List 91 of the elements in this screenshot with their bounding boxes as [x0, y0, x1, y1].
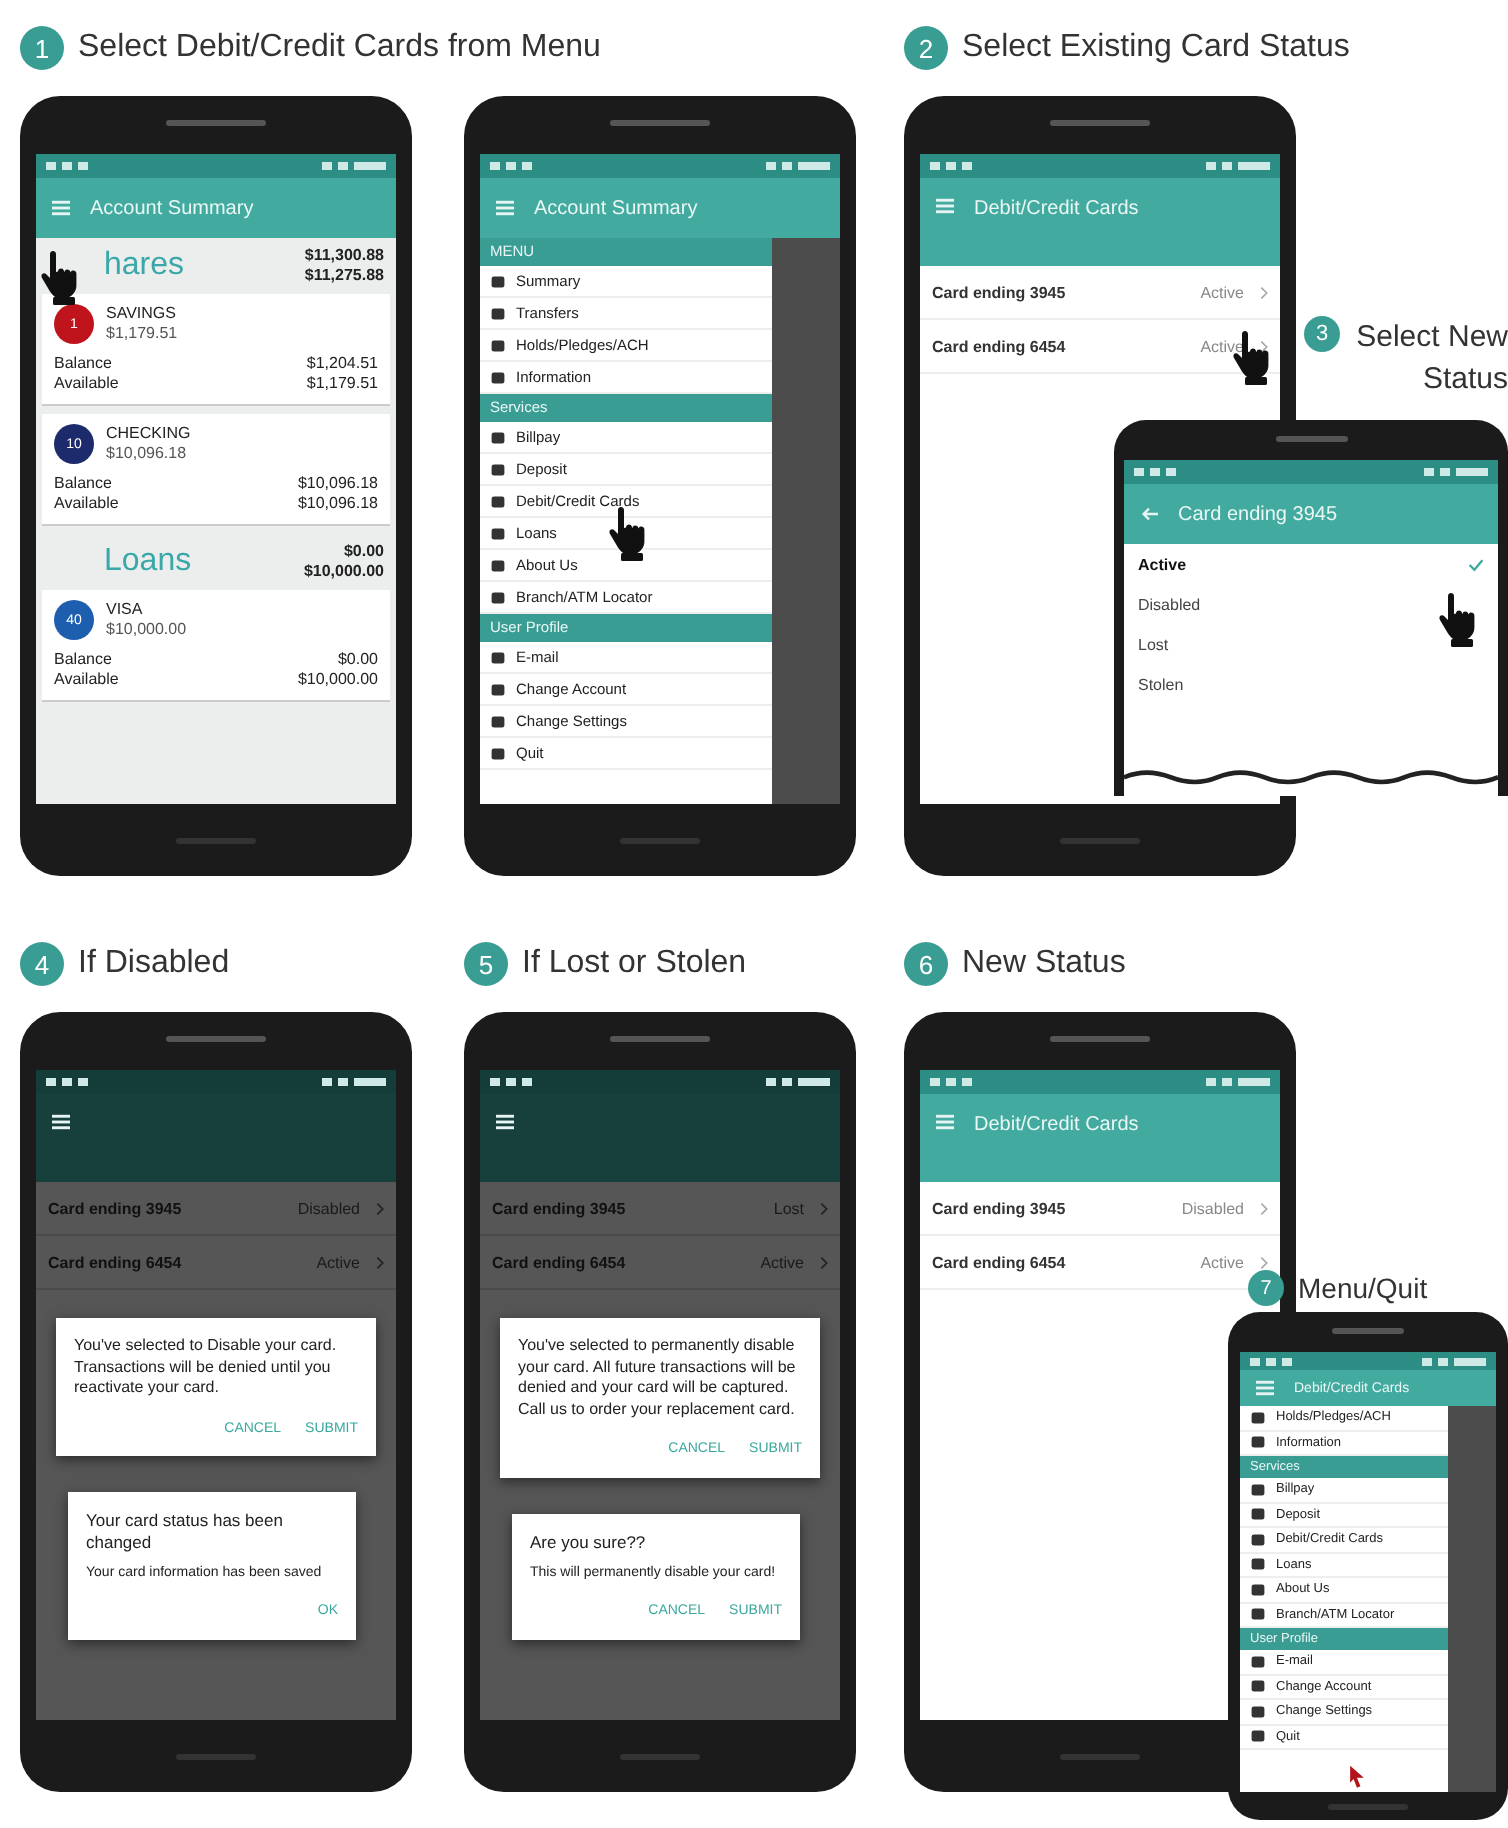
step-number-badge: 3	[1304, 316, 1340, 352]
check-icon	[1468, 557, 1484, 571]
pointer-cursor-icon	[1348, 1764, 1366, 1788]
card-status: Active	[1200, 283, 1244, 301]
step-number-badge: 2	[904, 26, 948, 70]
line-label: Available	[54, 670, 119, 690]
status-option[interactable]: Lost	[1124, 624, 1498, 664]
line-label: Available	[54, 374, 119, 394]
line-label: Balance	[54, 354, 112, 374]
screen-title: Debit/Credit Cards	[974, 1114, 1139, 1136]
step-number-badge: 6	[904, 942, 948, 986]
chevron-icon	[820, 1201, 828, 1215]
card-name: Card ending 6454	[48, 1253, 184, 1271]
chevron-icon	[1260, 1201, 1268, 1215]
step-title: If Disabled	[78, 946, 230, 982]
section-heading: hares	[104, 248, 185, 284]
chevron-icon	[1260, 285, 1268, 299]
chevron-icon	[376, 1255, 384, 1269]
account-amount: $10,000.00	[106, 620, 187, 640]
screen-title: Card ending 3945	[1178, 503, 1338, 525]
chevron-icon	[1260, 1255, 1268, 1269]
account-amount: $1,179.51	[106, 324, 178, 344]
step-title: Menu/Quit	[1298, 1272, 1428, 1304]
line-value: $0.00	[337, 650, 378, 670]
card-name: Card ending 3945	[48, 1199, 184, 1217]
status-option[interactable]: Active	[1124, 544, 1498, 584]
account-name: CHECKING	[106, 424, 191, 444]
line-value: $1,204.51	[306, 354, 378, 374]
section-total: $11,300.88	[304, 246, 384, 266]
line-value: $10,096.18	[297, 474, 378, 494]
menu-icon[interactable]	[496, 1114, 514, 1130]
step-number-badge: 1	[20, 26, 64, 70]
step-title: Select New Status	[1354, 318, 1508, 400]
card-status: Lost	[773, 1199, 804, 1217]
step-title: Select Debit/Credit Cards from Menu	[78, 30, 601, 66]
card-status: Active	[316, 1253, 360, 1271]
section-available: $11,275.88	[304, 266, 384, 286]
line-value: $10,096.18	[297, 494, 378, 514]
phone-speaker	[166, 1036, 266, 1042]
line-value: $10,000.00	[297, 670, 378, 690]
chevron-icon	[820, 1255, 828, 1269]
card-status: Disabled	[297, 1199, 360, 1217]
back-icon[interactable]	[1140, 506, 1158, 522]
phone-speaker	[610, 120, 710, 126]
pointing-hand-icon	[608, 506, 648, 562]
section-total: $0.00	[343, 542, 384, 562]
card-row[interactable]: Card ending 3945 Active	[920, 266, 1280, 320]
dialog-message: You've selected to Disable your card. Transactions will be denied until you reactivate your card.	[74, 1336, 339, 1399]
step-title: New Status	[962, 946, 1126, 982]
status-option[interactable]: Stolen	[1124, 664, 1498, 704]
phone-speaker	[1050, 1036, 1150, 1042]
menu-icon[interactable]	[52, 1114, 70, 1130]
account-name: SAVINGS	[106, 304, 178, 324]
step-number-badge: 4	[20, 942, 64, 986]
line-value: $1,179.51	[306, 374, 378, 394]
card-status: Active	[760, 1253, 804, 1271]
line-label: Balance	[54, 474, 112, 494]
card-name: Card ending 6454	[932, 1253, 1068, 1271]
pointing-hand-icon	[1438, 592, 1478, 648]
phone-speaker	[166, 120, 266, 126]
card-name: Card ending 3945	[932, 1199, 1068, 1217]
account-name: VISA	[106, 600, 145, 620]
phone-speaker	[610, 1036, 710, 1042]
line-label: Balance	[54, 650, 112, 670]
card-status: Disabled	[1181, 1199, 1244, 1217]
dialog-title: Your card status has been changed	[86, 1510, 285, 1552]
dialog-message: You've selected to permanently disable your card. All future transactions will be denied and your card will be captured. Call us to order your replacement card.	[518, 1336, 798, 1420]
account-amount: $10,096.18	[106, 444, 189, 464]
dialog-title: Are you sure??	[530, 1531, 648, 1552]
card-status: Active	[1200, 337, 1244, 355]
phone-speaker	[1332, 1328, 1404, 1334]
card-row[interactable]: Card ending 3945 Disabled	[920, 1182, 1280, 1236]
card-name: Card ending 6454	[492, 1253, 628, 1271]
chevron-icon	[376, 1201, 384, 1215]
step-title: If Lost or Stolen	[522, 946, 747, 982]
pointing-hand-icon	[40, 250, 80, 306]
screen-title: Account Summary	[90, 197, 254, 219]
screen-title: Debit/Credit Cards	[974, 198, 1139, 220]
section-available: $10,000.00	[303, 562, 384, 582]
phone-speaker	[1275, 436, 1347, 442]
step-number-badge: 5	[464, 942, 508, 986]
line-label: Available	[54, 494, 119, 514]
card-name: Card ending 3945	[492, 1199, 628, 1217]
card-status: Active	[1200, 1253, 1244, 1271]
status-option[interactable]: Disabled	[1124, 584, 1498, 624]
card-name: Card ending 6454	[932, 337, 1068, 355]
phone-speaker	[1050, 120, 1150, 126]
step-title: Select Existing Card Status	[962, 30, 1350, 66]
section-heading: Loans	[104, 544, 192, 580]
screen-title: Account Summary	[534, 197, 698, 219]
card-name: Card ending 3945	[932, 283, 1068, 301]
